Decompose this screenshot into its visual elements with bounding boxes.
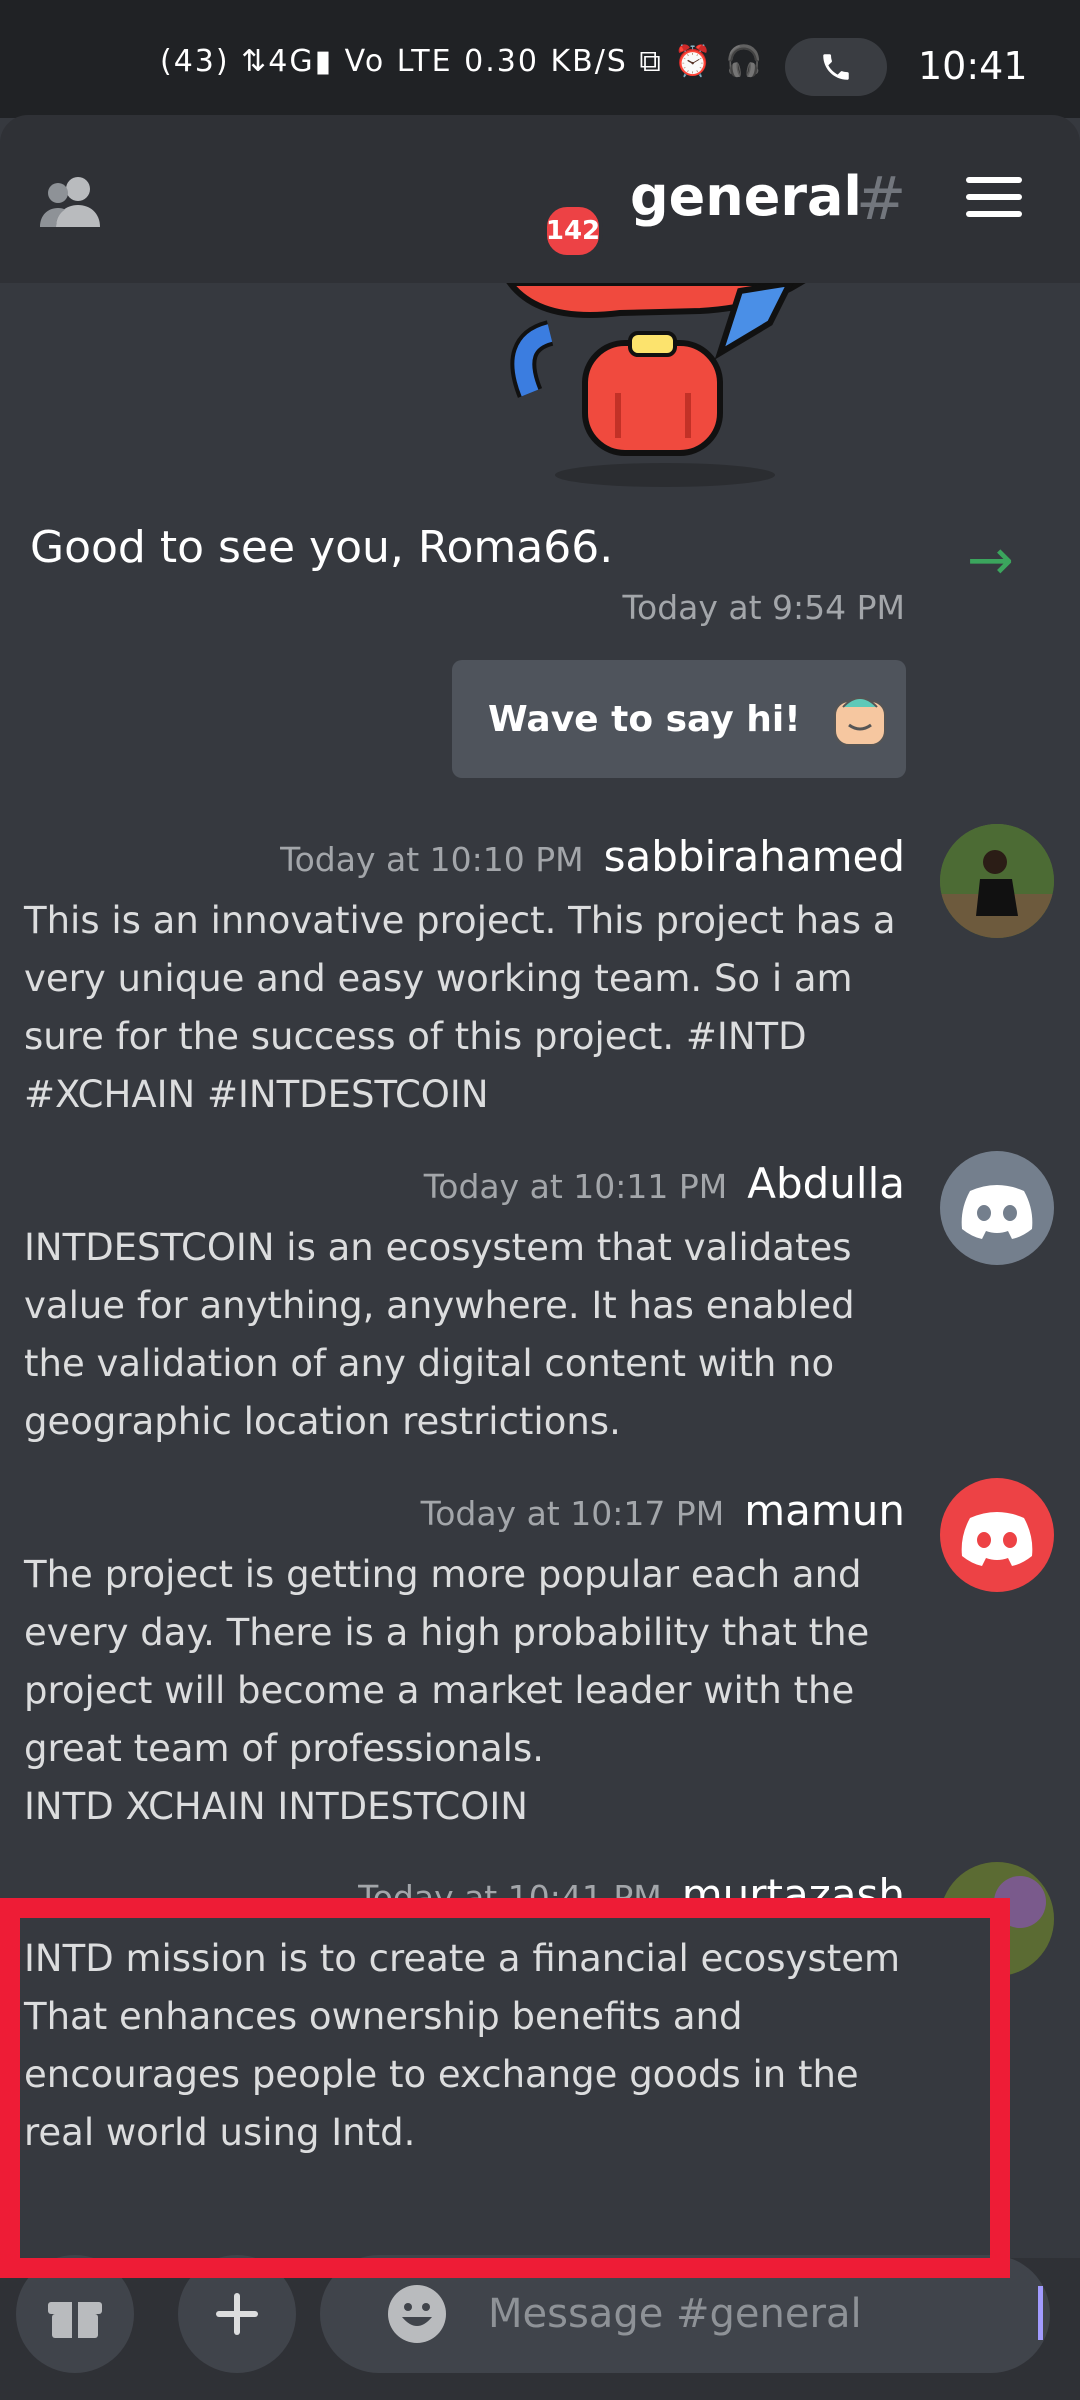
channel-title: general: [630, 165, 862, 228]
text-cursor: [1038, 2286, 1043, 2340]
message-timestamp: Today at 10:11 PM: [423, 1167, 728, 1206]
arrow-right-icon[interactable]: →: [967, 528, 1014, 593]
message-header: Today at 10:11 PM Abdulla: [424, 1159, 905, 1208]
message-timestamp: Today at 10:41 PM: [358, 1878, 662, 1917]
channel-header: [0, 115, 1080, 283]
clock: 10:41: [918, 44, 1028, 88]
message-input-placeholder: Message #general: [488, 2291, 862, 2337]
avatar[interactable]: [940, 824, 1054, 938]
hamburger-menu-icon[interactable]: [966, 177, 1026, 225]
message-body: INTDESTCOIN is an ecosystem that validat…: [24, 1226, 855, 1443]
message-body: This is an innovative project. This proj…: [24, 899, 896, 1116]
wave-sticker-icon: [833, 697, 886, 746]
message-input[interactable]: Message #general: [320, 2255, 1050, 2373]
wave-to-say-hi-button[interactable]: Wave to say hi!: [452, 660, 906, 778]
status-icons: (43) ⇅4G▮ Vo LTE 0.30 KB/S ⧉ ⏰ 🎧: [160, 44, 765, 79]
message-timestamp: Today at 10:10 PM: [280, 840, 584, 879]
message-header: Today at 10:17 PM mamun: [421, 1486, 905, 1535]
phone-icon: [823, 54, 849, 80]
unread-mentions-badge: 142: [543, 203, 603, 259]
message-username[interactable]: murtazash: [682, 1870, 905, 1919]
avatar[interactable]: [940, 1478, 1054, 1592]
gift-icon: [48, 2302, 102, 2338]
members-icon[interactable]: [38, 173, 104, 233]
message-username[interactable]: mamun: [744, 1486, 905, 1535]
message-header: Today at 10:41 PM murtazash: [358, 1870, 905, 1919]
user-photo-icon: [940, 824, 1054, 938]
plus-icon: [216, 2293, 258, 2335]
discord-logo-icon: [961, 1512, 1033, 1566]
gift-button[interactable]: [16, 2255, 134, 2373]
message-username[interactable]: Abdulla: [747, 1159, 905, 1208]
wave-button-label: Wave to say hi!: [488, 698, 801, 740]
message-header: Today at 10:10 PM sabbirahamed: [280, 832, 905, 881]
welcome-robot-illustration: [470, 279, 811, 497]
message-timestamp: Today at 10:17 PM: [420, 1494, 725, 1533]
welcome-message: Good to see you, Roma66.: [30, 522, 614, 573]
message-username[interactable]: sabbirahamed: [604, 832, 905, 881]
emoji-icon[interactable]: [386, 2283, 448, 2345]
discord-logo-icon: [961, 1185, 1033, 1239]
message-body: The project is getting more popular each…: [24, 1553, 870, 1828]
ongoing-call-pill[interactable]: [785, 38, 887, 96]
message-body: INTD mission is to create a financial ec…: [24, 1937, 901, 2154]
welcome-timestamp: Today at 9:54 PM: [622, 588, 905, 627]
add-attachment-button[interactable]: [178, 2255, 296, 2373]
status-bar: (43) ⇅4G▮ Vo LTE 0.30 KB/S ⧉ ⏰ 🎧 10:41: [0, 0, 1080, 118]
avatar[interactable]: [940, 1151, 1054, 1265]
hash-icon: #: [856, 164, 907, 234]
